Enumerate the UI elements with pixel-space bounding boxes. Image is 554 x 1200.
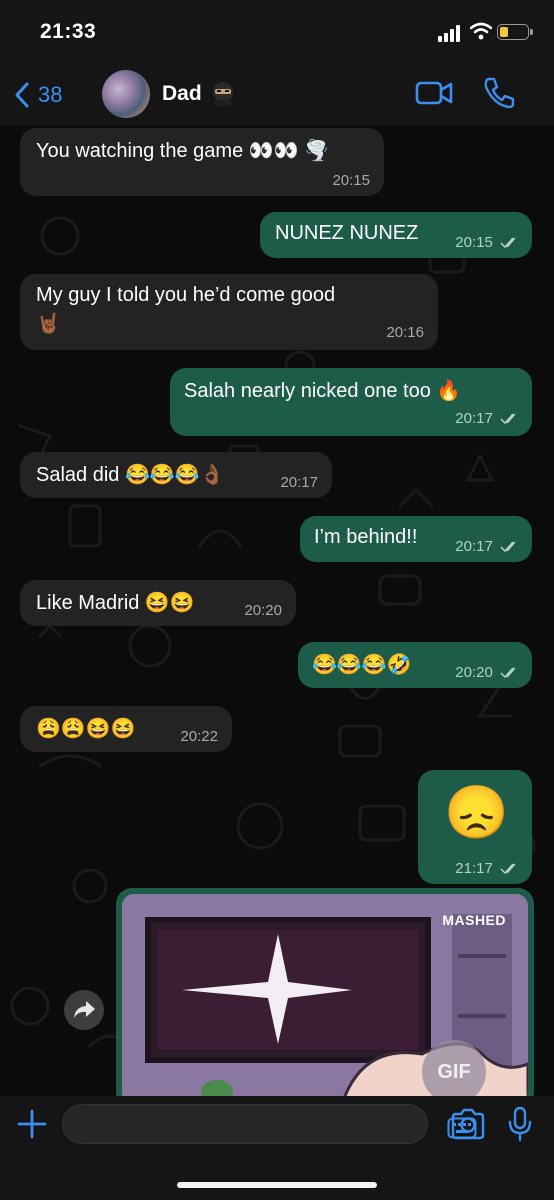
message-text: Like Madrid 😆😆: [36, 592, 195, 614]
message-time: 20:20: [455, 664, 493, 681]
message-time: 20:17: [455, 538, 493, 555]
message-text-line: 🤘🏾: [36, 313, 61, 335]
gif-play-badge[interactable]: GIF: [422, 1040, 486, 1096]
message-outgoing[interactable]: 😞 21:17: [418, 770, 532, 884]
status-time: 21:33: [40, 20, 97, 43]
phone-call-icon[interactable]: [482, 76, 516, 110]
message-time: 20:17: [280, 474, 318, 491]
microphone-icon[interactable]: [506, 1106, 534, 1142]
message-text: NUNEZ NUNEZ: [275, 222, 419, 244]
message-incoming[interactable]: You watching the game 👀👀 🌪️ 20:15: [20, 128, 384, 196]
message-time: 20:15: [332, 172, 370, 189]
message-time: 20:22: [180, 728, 218, 745]
unread-count: 38: [38, 82, 63, 107]
contact-name[interactable]: Dad: [162, 82, 202, 106]
back-button[interactable]: 38: [14, 78, 62, 112]
chat-header: 38 Dad: [0, 62, 554, 126]
read-receipt-icon: [500, 667, 516, 679]
status-bar: 21:33: [0, 0, 554, 62]
chat-area[interactable]: You watching the game 👀👀 🌪️ 20:15 NUNEZ …: [0, 126, 554, 1096]
message-text: Salah nearly nicked one too 🔥: [184, 380, 462, 402]
message-outgoing[interactable]: I’m behind!! 20:17: [300, 516, 532, 562]
message-time: 20:15: [455, 234, 493, 251]
message-time: 21:17: [455, 860, 493, 877]
composer-bar: [0, 1096, 554, 1200]
message-incoming[interactable]: My guy I told you he’d come good 🤘🏾 20:16: [20, 274, 438, 350]
message-time-status: 20:15: [455, 234, 520, 251]
message-time-status: 20:20: [455, 664, 520, 681]
gif-watermark: MASHED: [442, 912, 506, 928]
contact-avatar[interactable]: [102, 70, 150, 118]
battery-icon: [497, 24, 533, 40]
home-indicator: [177, 1182, 377, 1188]
message-time-status: 20:17: [455, 538, 520, 555]
message-time: 20:16: [386, 324, 424, 341]
read-receipt-icon: [500, 863, 516, 875]
video-call-icon[interactable]: [415, 78, 453, 108]
message-text: My guy I told you he’d come good 🤘🏾: [36, 284, 336, 335]
read-receipt-icon: [500, 413, 516, 425]
forward-icon[interactable]: [64, 990, 104, 1030]
message-incoming[interactable]: Salad did 😂😂😂👌🏾 20:17: [20, 452, 332, 498]
read-receipt-icon: [500, 237, 516, 249]
gif-message[interactable]: MASHED GIF: [116, 888, 534, 1096]
message-text: 😩😩😆😆: [36, 718, 136, 740]
chevron-left-icon: [15, 82, 29, 108]
message-text: I’m behind!!: [314, 526, 418, 548]
message-time-status: 21:17: [455, 860, 520, 877]
message-outgoing[interactable]: Salah nearly nicked one too 🔥 20:17: [170, 368, 532, 436]
message-incoming[interactable]: 😩😩😆😆 20:22: [20, 706, 232, 752]
message-input[interactable]: [62, 1104, 477, 1144]
message-incoming[interactable]: Like Madrid 😆😆 20:20: [20, 580, 296, 626]
message-text: Salad did 😂😂😂👌🏾: [36, 464, 225, 486]
camera-icon[interactable]: [450, 1108, 486, 1140]
message-outgoing[interactable]: 😂😂😂🤣 20:20: [298, 642, 532, 688]
ninja-emoji-icon: [213, 82, 233, 106]
message-time: 20:20: [244, 602, 282, 619]
plus-icon[interactable]: [16, 1108, 48, 1140]
message-text: 😞: [444, 784, 509, 842]
cellular-signal-icon: [438, 24, 464, 42]
message-time-status: 20:17: [455, 410, 520, 427]
gif-preview[interactable]: MASHED GIF: [122, 894, 528, 1096]
message-outgoing[interactable]: NUNEZ NUNEZ 20:15: [260, 212, 532, 258]
message-text: You watching the game 👀👀 🌪️: [36, 140, 330, 162]
message-text: 😂😂😂🤣: [312, 654, 412, 676]
wifi-icon: [470, 22, 492, 40]
message-time: 20:17: [455, 410, 493, 427]
read-receipt-icon: [500, 541, 516, 553]
